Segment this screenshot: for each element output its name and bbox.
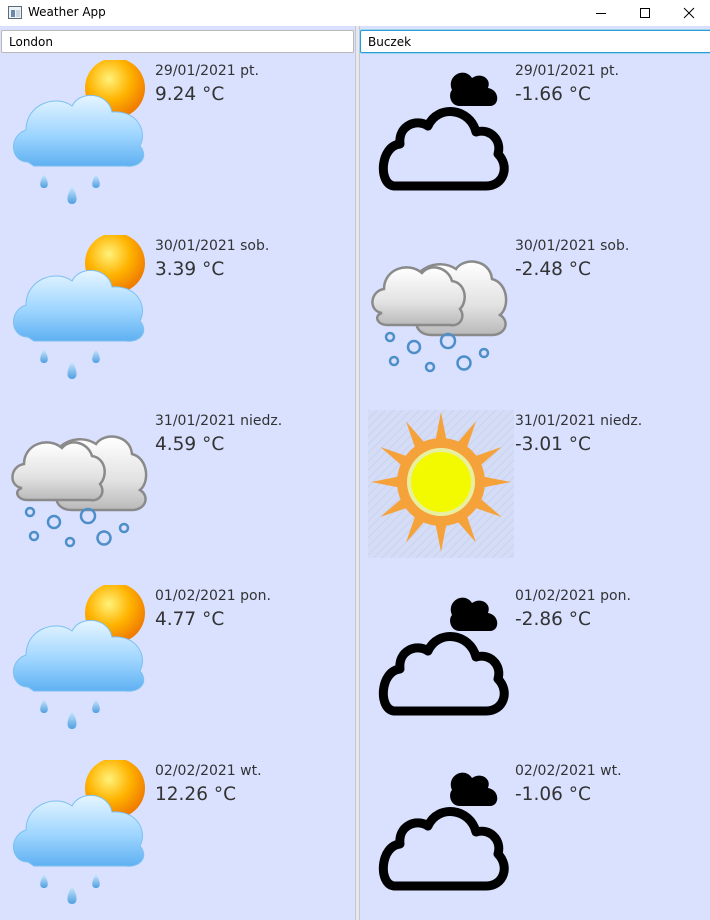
app-icon: [8, 6, 22, 19]
sun-cloud-rain-icon: [8, 758, 154, 908]
cloud-outline-icon: [368, 60, 514, 208]
forecast-day: 30/01/2021 sob. 3.39 °C: [0, 229, 355, 404]
city-column-left: 29/01/2021 pt. 9.24 °C 30/01/2021 s: [0, 26, 355, 920]
forecast-date: 31/01/2021 niedz.: [515, 413, 643, 429]
forecast-day: 02/02/2021 wt. 12.26 °C: [0, 754, 355, 920]
forecast-temp: -2.48 °C: [515, 259, 591, 280]
forecast-day: 31/01/2021 niedz. -3.01 °C: [360, 404, 710, 579]
forecast-temp: 3.39 °C: [155, 259, 225, 280]
sun-icon: [360, 404, 514, 558]
forecast-day: 29/01/2021 pt. 9.24 °C: [0, 54, 355, 229]
forecast-temp: -1.66 °C: [515, 84, 591, 105]
maximize-button[interactable]: [622, 0, 668, 26]
snow-clouds-icon: [368, 235, 514, 383]
forecast-temp: -1.06 °C: [515, 784, 591, 805]
city-column-right: 29/01/2021 pt. -1.66 °C 30/01/2021 sob. …: [360, 26, 710, 920]
forecast-day: 02/02/2021 wt. -1.06 °C: [360, 754, 710, 920]
city-input-right[interactable]: [360, 30, 710, 53]
forecast-date: 01/02/2021 pon.: [515, 588, 631, 604]
forecast-temp: -3.01 °C: [515, 434, 591, 455]
forecast-date: 02/02/2021 wt.: [155, 763, 262, 779]
forecast-date: 31/01/2021 niedz.: [155, 413, 283, 429]
city-input-left[interactable]: [1, 30, 354, 53]
window-title: Weather App: [28, 5, 106, 19]
forecast-temp: 4.77 °C: [155, 609, 225, 630]
forecast-date: 30/01/2021 sob.: [155, 238, 270, 254]
maximize-icon: [640, 8, 650, 18]
forecast-day: 30/01/2021 sob. -2.48 °C: [360, 229, 710, 404]
forecast-date: 29/01/2021 pt.: [155, 63, 259, 79]
cloud-outline-icon: [368, 760, 514, 908]
forecast-temp: 4.59 °C: [155, 434, 225, 455]
forecast-day: 31/01/2021 niedz. 4.59 °C: [0, 404, 355, 579]
forecast-day: 29/01/2021 pt. -1.66 °C: [360, 54, 710, 229]
forecast-temp: 9.24 °C: [155, 84, 225, 105]
forecast-temp: -2.86 °C: [515, 609, 591, 630]
sun-cloud-rain-icon: [8, 233, 154, 383]
forecast-day: 01/02/2021 pon. 4.77 °C: [0, 579, 355, 754]
forecast-date: 01/02/2021 pon.: [155, 588, 271, 604]
forecast-date: 29/01/2021 pt.: [515, 63, 619, 79]
forecast-date: 02/02/2021 wt.: [515, 763, 622, 779]
snow-clouds-icon: [8, 410, 154, 558]
title-bar: Weather App: [0, 0, 710, 26]
forecast-date: 30/01/2021 sob.: [515, 238, 630, 254]
sun-cloud-rain-icon: [8, 58, 154, 208]
sun-cloud-rain-icon: [8, 583, 154, 733]
forecast-day: 01/02/2021 pon. -2.86 °C: [360, 579, 710, 754]
minimize-icon: [596, 13, 606, 14]
forecast-temp: 12.26 °C: [155, 784, 237, 805]
close-icon: [683, 7, 695, 19]
minimize-button[interactable]: [578, 0, 624, 26]
close-button[interactable]: [666, 0, 710, 26]
cloud-outline-icon: [368, 585, 514, 733]
